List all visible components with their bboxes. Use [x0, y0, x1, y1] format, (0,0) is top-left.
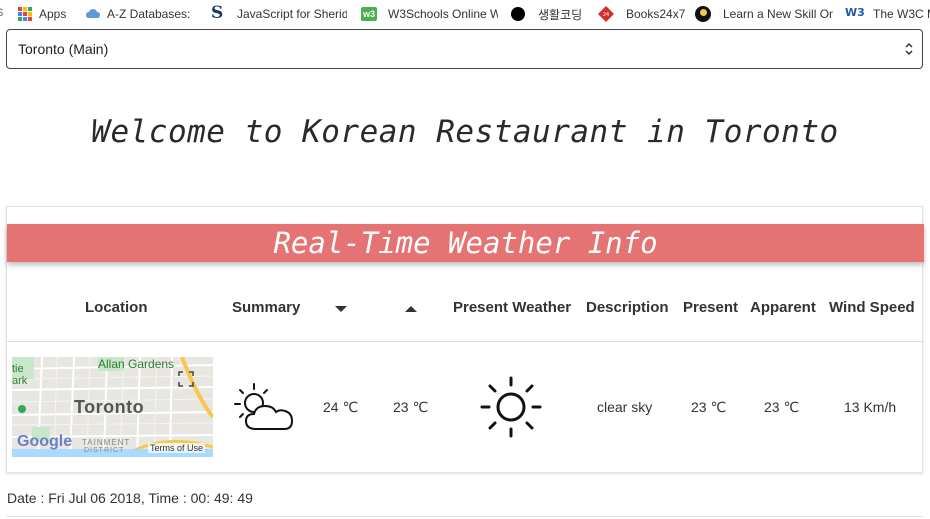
bookmark-label: JavaScript for Sherid	[237, 7, 347, 21]
min-temp: 23 ℃	[393, 399, 429, 415]
partly-cloudy-icon	[232, 379, 298, 433]
bookmark-fragment: S	[0, 7, 3, 19]
books24x7-icon: 24	[598, 6, 614, 22]
svg-text:24: 24	[603, 12, 609, 18]
description-value: clear sky	[597, 399, 653, 415]
weather-card: Real-Time Weather Info Location Summary …	[6, 206, 924, 473]
map-terms-link[interactable]: Terms of Use	[148, 443, 206, 453]
header-present-weather: Present Weather	[453, 299, 572, 316]
w3c-icon: W3	[845, 6, 865, 19]
map-city-label: Toronto	[74, 397, 145, 417]
weather-banner: Real-Time Weather Info	[7, 224, 924, 262]
fullscreen-icon[interactable]	[178, 371, 194, 387]
black-circle-icon	[510, 6, 526, 22]
map-district2-label: DISTRICT	[84, 447, 125, 454]
learn-skill-icon	[695, 6, 711, 22]
max-temp: 24 ℃	[323, 399, 359, 415]
location-select[interactable]: Toronto (Main)	[6, 29, 923, 69]
bookmark-az-databases[interactable]: A-Z Databases: I	[85, 0, 193, 28]
bookmark-opentutorials[interactable]: 생활코딩	[510, 0, 582, 28]
header-location: Location	[85, 299, 148, 316]
present-temp: 23 ℃	[691, 399, 727, 415]
bookmark-label: W3Schools Online W	[388, 7, 498, 21]
w3-green-icon: w3	[361, 7, 377, 21]
header-summary: Summary	[232, 299, 301, 316]
footer-divider	[6, 516, 923, 517]
bookmark-label: A-Z Databases: I	[107, 7, 193, 21]
wind-speed-value: 13 Km/h	[844, 399, 897, 415]
bookmarks-bar: S Apps A-Z Databases: I S JavaScript for…	[0, 0, 930, 28]
location-map[interactable]: Allan Gardens tie ark Toronto Google TAI…	[12, 357, 213, 457]
header-present: Present	[683, 299, 739, 316]
bookmark-label: The W3C M	[873, 7, 930, 21]
apparent-temp: 23 ℃	[764, 399, 800, 415]
map-park-label: Allan Gardens	[98, 357, 175, 371]
sort-ascending-icon[interactable]	[404, 301, 418, 312]
bookmark-label: Apps	[39, 7, 67, 21]
bookmark-w3c[interactable]: W3 The W3C M	[845, 0, 930, 28]
bookmark-w3schools[interactable]: w3 W3Schools Online W	[361, 0, 498, 28]
map-park-left2-label: ark	[12, 375, 28, 387]
bookmark-learn-skill[interactable]: Learn a New Skill On	[695, 0, 833, 28]
welcome-heading: Welcome to Korean Restaurant in Toronto	[91, 114, 839, 150]
bookmark-apps[interactable]: Apps	[17, 0, 66, 28]
s-logo-icon: S	[211, 3, 224, 23]
apps-grid-icon	[17, 6, 33, 22]
bookmark-books24x7[interactable]: 24 Books24x7	[598, 0, 685, 28]
google-logo: Google	[17, 433, 73, 450]
bookmark-label: Learn a New Skill On	[723, 7, 833, 21]
bookmark-javascript-sheridan[interactable]: S JavaScript for Sherid	[211, 0, 347, 28]
map-park-left-label: tie	[12, 363, 24, 375]
sort-descending-icon[interactable]	[334, 301, 348, 312]
cloud-icon	[85, 6, 101, 22]
header-wind-speed: Wind Speed	[829, 299, 915, 316]
bookmark-label: Books24x7	[626, 7, 686, 21]
sun-icon	[479, 375, 543, 439]
header-description: Description	[586, 299, 669, 316]
date-time-footer: Date : Fri Jul 06 2018, Time : 00: 49: 4…	[7, 490, 253, 506]
header-apparent: Apparent	[750, 299, 816, 316]
select-caret-icon	[904, 41, 914, 57]
header-divider	[7, 341, 924, 342]
map-district-label: TAINMENT	[82, 438, 131, 447]
bookmark-label: 생활코딩	[538, 7, 583, 22]
location-select-value: Toronto (Main)	[18, 41, 109, 57]
